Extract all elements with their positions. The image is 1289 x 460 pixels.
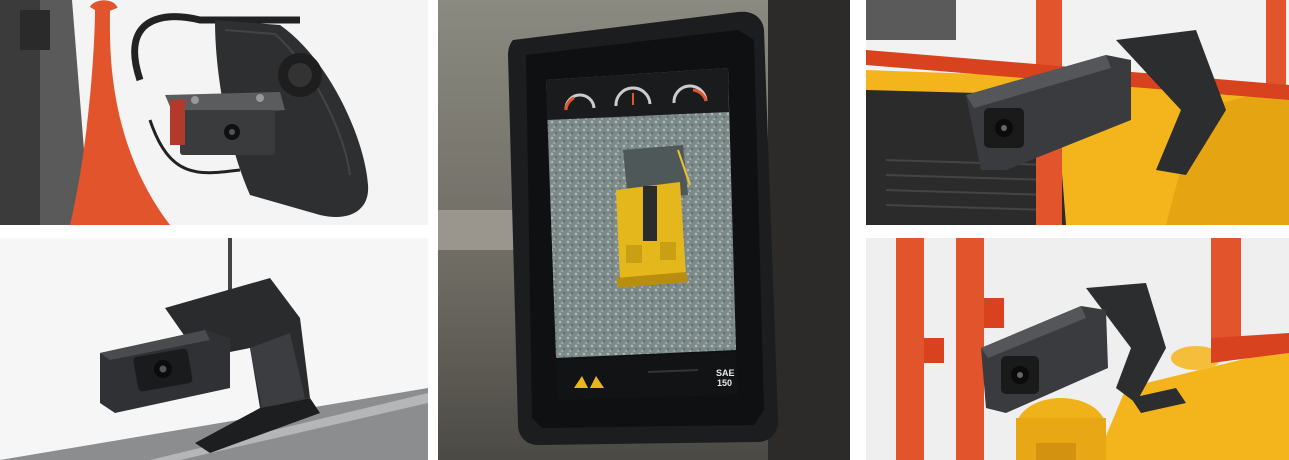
photo-mirror-camera-image	[0, 0, 428, 225]
photo-camera-bracket-image	[0, 238, 428, 460]
photo-camera-yellow-cab	[866, 0, 1289, 225]
photo-monitor: SAE 150	[438, 0, 850, 460]
photo-camera-rails	[866, 238, 1289, 460]
photo-mirror-camera	[0, 0, 428, 225]
sae-value: 150	[717, 378, 732, 388]
monitor-screen	[546, 68, 736, 358]
photo-camera-rails-image	[866, 238, 1289, 460]
photo-camera-bracket	[0, 238, 428, 460]
photo-monitor-image: SAE 150	[438, 0, 850, 460]
sae-label: SAE	[716, 368, 735, 378]
photo-camera-yellow-cab-image	[866, 0, 1289, 225]
